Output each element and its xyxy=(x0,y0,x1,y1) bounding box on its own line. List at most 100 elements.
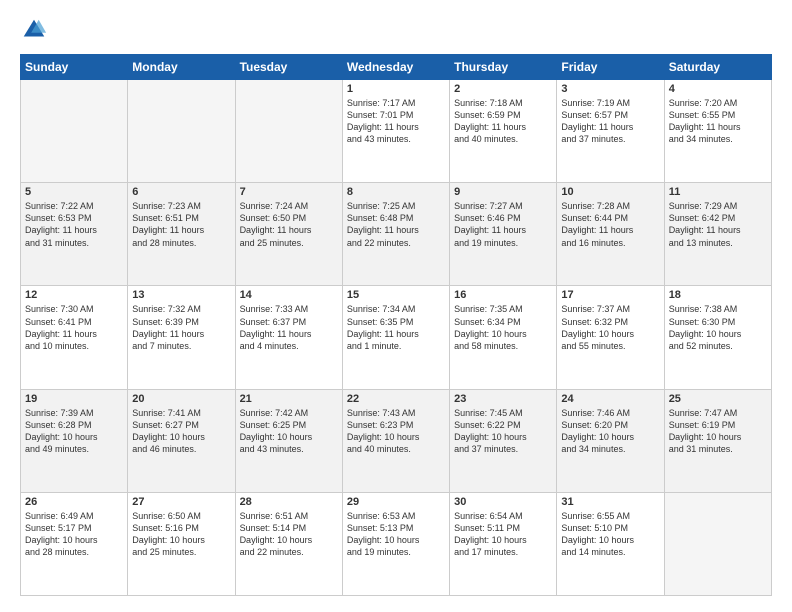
calendar-cell: 27 Sunrise: 6:50 AM Sunset: 5:16 PM Dayli… xyxy=(128,492,235,595)
day-number: 27 xyxy=(132,496,230,508)
day-info: Sunrise: 7:41 AM Sunset: 6:27 PM Dayligh… xyxy=(132,407,230,456)
calendar-cell: 10 Sunrise: 7:28 AM Sunset: 6:44 PM Dayli… xyxy=(557,183,664,286)
calendar-cell: 20 Sunrise: 7:41 AM Sunset: 6:27 PM Dayli… xyxy=(128,389,235,492)
day-header: Tuesday xyxy=(235,55,342,80)
day-number: 11 xyxy=(669,186,767,198)
calendar-cell: 11 Sunrise: 7:29 AM Sunset: 6:42 PM Dayli… xyxy=(664,183,771,286)
calendar-week-row: 5 Sunrise: 7:22 AM Sunset: 6:53 PM Daylig… xyxy=(21,183,772,286)
day-number: 13 xyxy=(132,289,230,301)
day-header: Friday xyxy=(557,55,664,80)
calendar-cell: 31 Sunrise: 6:55 AM Sunset: 5:10 PM Dayli… xyxy=(557,492,664,595)
calendar-cell: 1 Sunrise: 7:17 AM Sunset: 7:01 PM Daylig… xyxy=(342,80,449,183)
calendar-cell: 15 Sunrise: 7:34 AM Sunset: 6:35 PM Dayli… xyxy=(342,286,449,389)
day-number: 5 xyxy=(25,186,123,198)
day-info: Sunrise: 7:28 AM Sunset: 6:44 PM Dayligh… xyxy=(561,200,659,249)
day-number: 31 xyxy=(561,496,659,508)
day-info: Sunrise: 6:53 AM Sunset: 5:13 PM Dayligh… xyxy=(347,510,445,559)
day-info: Sunrise: 7:22 AM Sunset: 6:53 PM Dayligh… xyxy=(25,200,123,249)
day-info: Sunrise: 7:39 AM Sunset: 6:28 PM Dayligh… xyxy=(25,407,123,456)
calendar-cell: 6Sunrise: 7:23 AM Sunset: 6:51 PM Daylig… xyxy=(128,183,235,286)
calendar-cell: 4 Sunrise: 7:20 AM Sunset: 6:55 PM Daylig… xyxy=(664,80,771,183)
day-number: 22 xyxy=(347,393,445,405)
calendar-body: 1 Sunrise: 7:17 AM Sunset: 7:01 PM Daylig… xyxy=(21,80,772,596)
logo-icon xyxy=(20,16,48,44)
day-info: Sunrise: 7:29 AM Sunset: 6:42 PM Dayligh… xyxy=(669,200,767,249)
calendar: SundayMondayTuesdayWednesdayThursdayFrid… xyxy=(20,54,772,596)
calendar-cell: 13Sunrise: 7:32 AM Sunset: 6:39 PM Dayli… xyxy=(128,286,235,389)
day-info: Sunrise: 7:37 AM Sunset: 6:32 PM Dayligh… xyxy=(561,303,659,352)
day-number: 23 xyxy=(454,393,552,405)
day-number: 4 xyxy=(669,83,767,95)
day-info: Sunrise: 7:18 AM Sunset: 6:59 PM Dayligh… xyxy=(454,97,552,146)
day-number: 14 xyxy=(240,289,338,301)
day-number: 10 xyxy=(561,186,659,198)
day-info: Sunrise: 7:45 AM Sunset: 6:22 PM Dayligh… xyxy=(454,407,552,456)
calendar-cell: 28Sunrise: 6:51 AM Sunset: 5:14 PM Dayli… xyxy=(235,492,342,595)
calendar-cell: 2Sunrise: 7:18 AM Sunset: 6:59 PM Daylig… xyxy=(450,80,557,183)
calendar-cell: 14 Sunrise: 7:33 AM Sunset: 6:37 PM Dayli… xyxy=(235,286,342,389)
day-info: Sunrise: 7:20 AM Sunset: 6:55 PM Dayligh… xyxy=(669,97,767,146)
calendar-cell xyxy=(128,80,235,183)
day-info: Sunrise: 7:43 AM Sunset: 6:23 PM Dayligh… xyxy=(347,407,445,456)
calendar-cell: 30 Sunrise: 6:54 AM Sunset: 5:11 PM Dayli… xyxy=(450,492,557,595)
day-info: Sunrise: 7:42 AM Sunset: 6:25 PM Dayligh… xyxy=(240,407,338,456)
day-number: 25 xyxy=(669,393,767,405)
calendar-header-row: SundayMondayTuesdayWednesdayThursdayFrid… xyxy=(21,55,772,80)
calendar-cell: 3 Sunrise: 7:19 AM Sunset: 6:57 PM Daylig… xyxy=(557,80,664,183)
day-info: Sunrise: 7:17 AM Sunset: 7:01 PM Dayligh… xyxy=(347,97,445,146)
day-number: 8 xyxy=(347,186,445,198)
calendar-cell: 26 Sunrise: 6:49 AM Sunset: 5:17 PM Dayli… xyxy=(21,492,128,595)
day-info: Sunrise: 7:34 AM Sunset: 6:35 PM Dayligh… xyxy=(347,303,445,352)
header xyxy=(20,16,772,44)
day-info: Sunrise: 7:46 AM Sunset: 6:20 PM Dayligh… xyxy=(561,407,659,456)
calendar-cell: 12 Sunrise: 7:30 AM Sunset: 6:41 PM Dayli… xyxy=(21,286,128,389)
day-number: 15 xyxy=(347,289,445,301)
calendar-cell xyxy=(21,80,128,183)
calendar-week-row: 26 Sunrise: 6:49 AM Sunset: 5:17 PM Dayli… xyxy=(21,492,772,595)
calendar-cell: 21 Sunrise: 7:42 AM Sunset: 6:25 PM Dayli… xyxy=(235,389,342,492)
day-header: Monday xyxy=(128,55,235,80)
day-number: 12 xyxy=(25,289,123,301)
day-info: Sunrise: 7:30 AM Sunset: 6:41 PM Dayligh… xyxy=(25,303,123,352)
day-number: 17 xyxy=(561,289,659,301)
day-info: Sunrise: 6:54 AM Sunset: 5:11 PM Dayligh… xyxy=(454,510,552,559)
day-header: Thursday xyxy=(450,55,557,80)
day-info: Sunrise: 7:47 AM Sunset: 6:19 PM Dayligh… xyxy=(669,407,767,456)
day-info: Sunrise: 6:51 AM Sunset: 5:14 PM Dayligh… xyxy=(240,510,338,559)
calendar-week-row: 19 Sunrise: 7:39 AM Sunset: 6:28 PM Dayli… xyxy=(21,389,772,492)
day-info: Sunrise: 7:35 AM Sunset: 6:34 PM Dayligh… xyxy=(454,303,552,352)
calendar-cell: 8 Sunrise: 7:25 AM Sunset: 6:48 PM Daylig… xyxy=(342,183,449,286)
day-info: Sunrise: 7:24 AM Sunset: 6:50 PM Dayligh… xyxy=(240,200,338,249)
calendar-cell: 24 Sunrise: 7:46 AM Sunset: 6:20 PM Dayli… xyxy=(557,389,664,492)
calendar-cell: 7 Sunrise: 7:24 AM Sunset: 6:50 PM Daylig… xyxy=(235,183,342,286)
calendar-cell: 18Sunrise: 7:38 AM Sunset: 6:30 PM Dayli… xyxy=(664,286,771,389)
day-info: Sunrise: 7:19 AM Sunset: 6:57 PM Dayligh… xyxy=(561,97,659,146)
day-number: 3 xyxy=(561,83,659,95)
calendar-cell xyxy=(664,492,771,595)
day-number: 19 xyxy=(25,393,123,405)
day-info: Sunrise: 7:33 AM Sunset: 6:37 PM Dayligh… xyxy=(240,303,338,352)
calendar-cell xyxy=(235,80,342,183)
day-number: 21 xyxy=(240,393,338,405)
day-info: Sunrise: 6:55 AM Sunset: 5:10 PM Dayligh… xyxy=(561,510,659,559)
day-info: Sunrise: 6:49 AM Sunset: 5:17 PM Dayligh… xyxy=(25,510,123,559)
calendar-cell: 25 Sunrise: 7:47 AM Sunset: 6:19 PM Dayli… xyxy=(664,389,771,492)
logo xyxy=(20,16,52,44)
day-number: 30 xyxy=(454,496,552,508)
day-number: 20 xyxy=(132,393,230,405)
day-number: 29 xyxy=(347,496,445,508)
day-info: Sunrise: 7:27 AM Sunset: 6:46 PM Dayligh… xyxy=(454,200,552,249)
day-info: Sunrise: 7:25 AM Sunset: 6:48 PM Dayligh… xyxy=(347,200,445,249)
day-number: 26 xyxy=(25,496,123,508)
day-number: 1 xyxy=(347,83,445,95)
day-number: 24 xyxy=(561,393,659,405)
day-number: 7 xyxy=(240,186,338,198)
calendar-cell: 9Sunrise: 7:27 AM Sunset: 6:46 PM Daylig… xyxy=(450,183,557,286)
calendar-cell: 19 Sunrise: 7:39 AM Sunset: 6:28 PM Dayli… xyxy=(21,389,128,492)
day-header: Wednesday xyxy=(342,55,449,80)
calendar-week-row: 12 Sunrise: 7:30 AM Sunset: 6:41 PM Dayli… xyxy=(21,286,772,389)
calendar-cell: 22 Sunrise: 7:43 AM Sunset: 6:23 PM Dayli… xyxy=(342,389,449,492)
day-header: Saturday xyxy=(664,55,771,80)
day-info: Sunrise: 6:50 AM Sunset: 5:16 PM Dayligh… xyxy=(132,510,230,559)
day-header: Sunday xyxy=(21,55,128,80)
